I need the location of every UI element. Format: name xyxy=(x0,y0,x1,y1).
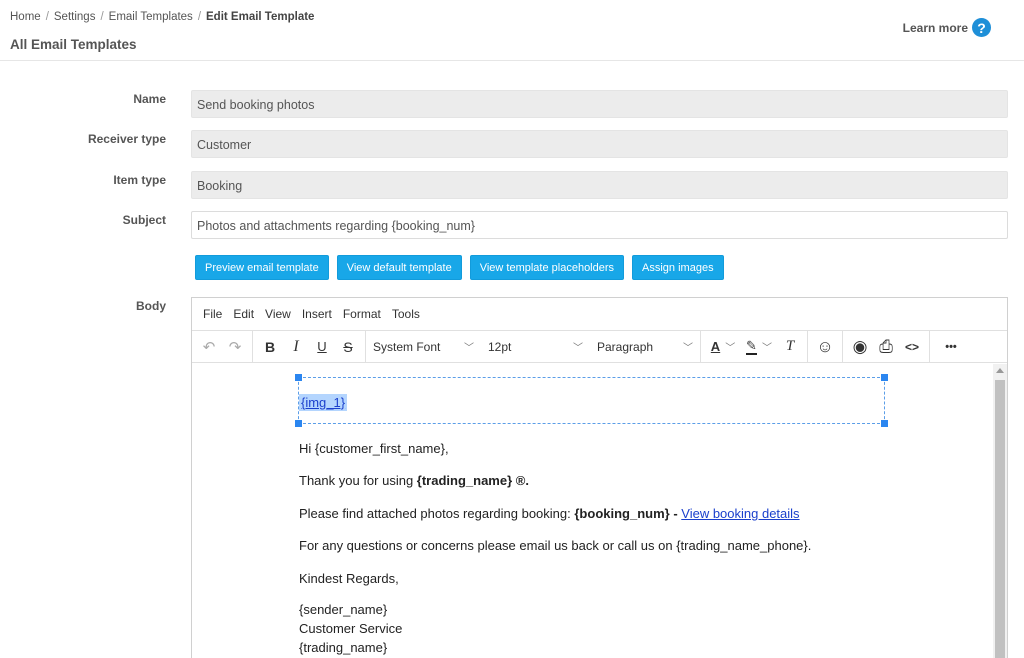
subject-input[interactable]: Photos and attachments regarding {bookin… xyxy=(191,211,1008,239)
emoji-icon[interactable]: ☺ xyxy=(812,334,838,360)
font-family-select[interactable]: System Font ﹀ xyxy=(366,334,481,360)
underline-icon[interactable]: U xyxy=(309,334,335,360)
subject-label: Subject xyxy=(122,213,166,227)
format-group: B I U S xyxy=(253,330,366,363)
undo-icon[interactable]: ↶ xyxy=(196,334,222,360)
breadcrumb-current: Edit Email Template xyxy=(206,11,315,23)
font-group: System Font ﹀ 12pt ﹀ Paragraph ﹀ xyxy=(366,330,701,363)
resize-handle[interactable] xyxy=(295,374,302,381)
print-icon[interactable]: ⎙ xyxy=(873,334,899,360)
breadcrumb-separator: / xyxy=(45,11,49,23)
resize-handle[interactable] xyxy=(881,374,888,381)
chevron-down-icon: ﹀ xyxy=(683,343,693,354)
menu-edit[interactable]: Edit xyxy=(233,307,254,321)
menu-file[interactable]: File xyxy=(203,307,222,321)
booking-num-placeholder: {booking_num} - xyxy=(574,506,682,521)
menu-insert[interactable]: Insert xyxy=(302,307,332,321)
scroll-up-arrow-icon[interactable] xyxy=(996,368,1004,373)
breadcrumb-email-templates[interactable]: Email Templates xyxy=(109,11,193,23)
text-color-button[interactable]: A ﹀ xyxy=(705,334,741,360)
questions-text: For any questions or concerns please ema… xyxy=(299,538,812,553)
font-size-value: 12pt xyxy=(488,339,512,354)
menu-view[interactable]: View xyxy=(265,307,291,321)
breadcrumb: Home / Settings / Email Templates / Edit Email… xyxy=(10,11,314,23)
editor-content-area[interactable]: {img_1} Hi {customer_first_name}, Thank … xyxy=(192,364,992,658)
breadcrumb-separator: / xyxy=(100,11,104,23)
image-placeholder-link[interactable]: {img_1} xyxy=(299,394,348,411)
learn-more-label: Learn more xyxy=(902,20,968,35)
breadcrumb-settings[interactable]: Settings xyxy=(54,11,96,23)
thanks-text: Thank you for using xyxy=(299,473,417,488)
text-color-icon: A xyxy=(710,339,721,354)
menu-format[interactable]: Format xyxy=(343,307,381,321)
utility-group: ◉ ⎙ <> xyxy=(843,330,930,363)
view-default-template-button[interactable]: View default template xyxy=(336,255,462,280)
editor-toolbar: ↶ ↷ B I U S System Font ﹀ 12pt ﹀ Paragra… xyxy=(192,330,1007,363)
resize-handle[interactable] xyxy=(295,420,302,427)
page-header: Home / Settings / Email Templates / Edit Email… xyxy=(0,0,1024,61)
regards-text: Kindest Regards, xyxy=(299,571,399,586)
clear-formatting-icon[interactable]: T xyxy=(777,334,803,360)
breadcrumb-home[interactable]: Home xyxy=(10,11,41,23)
assign-images-button[interactable]: Assign images xyxy=(632,255,724,280)
item-type-field: Booking xyxy=(191,171,1008,199)
color-group: A ﹀ ✎ ﹀ T xyxy=(701,330,808,363)
chevron-down-icon: ﹀ xyxy=(725,343,736,354)
bold-icon[interactable]: B xyxy=(257,334,283,360)
body-label: Body xyxy=(136,299,166,313)
booking-paragraph: Please find attached photos regarding bo… xyxy=(299,506,800,521)
item-type-label: Item type xyxy=(113,173,166,187)
preview-eye-icon[interactable]: ◉ xyxy=(847,334,873,360)
block-format-select[interactable]: Paragraph ﹀ xyxy=(590,334,700,360)
source-code-icon[interactable]: <> xyxy=(899,334,925,360)
chevron-down-icon: ﹀ xyxy=(761,343,772,354)
image-placeholder-selection[interactable]: {img_1} xyxy=(295,374,888,427)
learn-more-link[interactable]: Learn more ? xyxy=(903,18,991,37)
font-family-value: System Font xyxy=(373,339,441,354)
menu-tools[interactable]: Tools xyxy=(392,307,420,321)
breadcrumb-separator: / xyxy=(197,11,202,23)
highlight-color-button[interactable]: ✎ ﹀ xyxy=(741,334,777,360)
thanks-paragraph: Thank you for using {trading_name} ®. xyxy=(299,473,529,488)
sender-name-text: {sender_name} xyxy=(299,602,388,617)
chevron-down-icon: ﹀ xyxy=(464,343,474,354)
chevron-down-icon: ﹀ xyxy=(573,343,583,354)
history-group: ↶ ↷ xyxy=(192,330,253,363)
view-booking-details-link[interactable]: View booking details xyxy=(681,506,799,521)
strikethrough-icon[interactable]: S xyxy=(335,334,361,360)
trading-name-placeholder: {trading_name} ®. xyxy=(416,473,529,488)
font-size-select[interactable]: 12pt ﹀ xyxy=(481,334,590,360)
booking-text: Please find attached photos regarding bo… xyxy=(299,506,575,521)
name-label: Name xyxy=(133,92,166,106)
view-template-placeholders-button[interactable]: View template placeholders xyxy=(469,255,625,280)
italic-icon[interactable]: I xyxy=(283,334,309,360)
receiver-type-label: Receiver type xyxy=(87,132,166,146)
trading-name-text: {trading_name} xyxy=(299,640,388,655)
page-title: All Email Templates xyxy=(10,37,137,52)
editor-scrollbar[interactable] xyxy=(993,364,1007,658)
more-options-icon[interactable]: ••• xyxy=(938,334,964,360)
more-group: ••• xyxy=(930,331,968,363)
editor-menubar: File Edit View Insert Format Tools xyxy=(192,298,1007,331)
name-field: Send booking photos xyxy=(191,90,1008,118)
highlight-icon: ✎ xyxy=(746,337,757,355)
rich-text-editor: File Edit View Insert Format Tools ↶ ↷ B… xyxy=(191,297,1008,658)
template-action-buttons: Preview email template View default temp… xyxy=(195,255,724,280)
customer-service-text: Customer Service xyxy=(299,621,403,636)
preview-email-template-button[interactable]: Preview email template xyxy=(195,255,329,280)
block-format-value: Paragraph xyxy=(597,339,654,354)
scrollbar-thumb[interactable] xyxy=(995,380,1005,658)
resize-handle[interactable] xyxy=(881,420,888,427)
greeting-text: Hi {customer_first_name}, xyxy=(299,441,449,456)
emoji-group: ☺ xyxy=(808,330,843,363)
redo-icon[interactable]: ↷ xyxy=(222,334,248,360)
help-circle-icon: ? xyxy=(972,18,991,37)
receiver-type-field: Customer xyxy=(191,130,1008,158)
